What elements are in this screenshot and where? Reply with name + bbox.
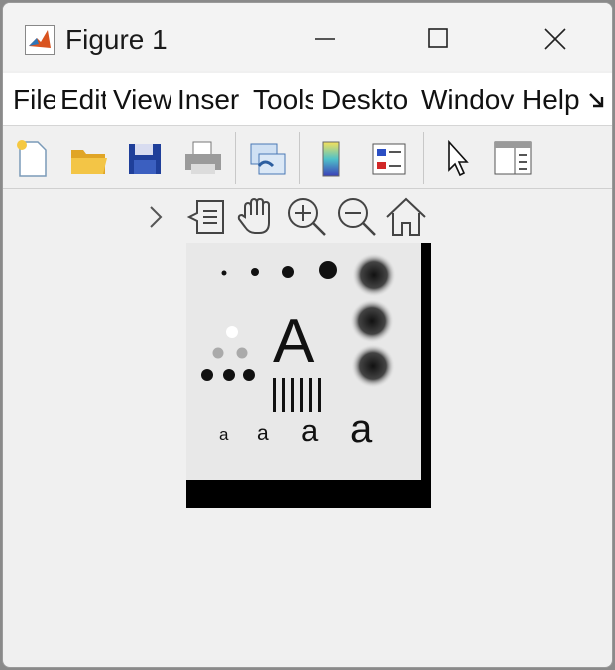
menu-window[interactable]: Windov <box>421 84 515 116</box>
menu-view[interactable]: View <box>113 84 171 116</box>
close-button[interactable] <box>525 17 585 61</box>
large-letter-a: A <box>273 307 315 376</box>
zoom-in-icon[interactable] <box>283 193 329 239</box>
menu-insert[interactable]: Inser <box>177 84 249 116</box>
open-file-icon[interactable] <box>67 136 111 180</box>
new-figure-icon[interactable] <box>11 136 55 180</box>
print-icon[interactable] <box>181 136 225 180</box>
save-icon[interactable] <box>123 136 167 180</box>
link-icon[interactable] <box>245 136 289 180</box>
maximize-button[interactable] <box>407 17 467 61</box>
figure-toolbar <box>3 126 612 189</box>
zoom-out-icon[interactable] <box>333 193 379 239</box>
colorbar-icon[interactable] <box>309 136 353 180</box>
minimize-button[interactable] <box>295 17 355 61</box>
matlab-icon <box>25 25 55 55</box>
data-tips-icon[interactable] <box>183 193 229 239</box>
figure-image: A a a a a <box>186 243 431 508</box>
menu-bar: File Edit View Inser Tools Deskto Windov… <box>3 73 612 126</box>
toolbar-separator <box>299 132 300 184</box>
menu-file[interactable]: File <box>13 84 55 116</box>
figure-window: Figure 1 File Edit View Inser Tools Desk… <box>2 2 613 668</box>
menu-tools[interactable]: Tools <box>253 84 313 116</box>
letter-a-lg: a <box>350 407 373 451</box>
menu-help[interactable]: Help <box>522 84 580 116</box>
letter-a-md: a <box>301 413 319 448</box>
title-bar: Figure 1 <box>3 3 612 71</box>
menu-overflow-icon[interactable] <box>587 89 609 111</box>
menu-desktop[interactable]: Deskto <box>321 84 415 116</box>
expand-chevron-icon[interactable] <box>143 193 173 239</box>
toolbar-separator <box>235 132 236 184</box>
home-icon[interactable] <box>383 193 429 239</box>
letter-a-xs: a <box>219 425 229 444</box>
property-inspector-icon[interactable] <box>491 136 535 180</box>
menu-edit[interactable]: Edit <box>60 84 106 116</box>
select-arrow-icon[interactable] <box>435 136 479 180</box>
legend-icon[interactable] <box>367 136 411 180</box>
letter-a-sm: a <box>257 422 269 445</box>
window-title: Figure 1 <box>65 24 168 55</box>
test-pattern-image: A a a a a <box>186 243 421 480</box>
toolbar-separator <box>423 132 424 184</box>
pan-hand-icon[interactable] <box>233 193 279 239</box>
